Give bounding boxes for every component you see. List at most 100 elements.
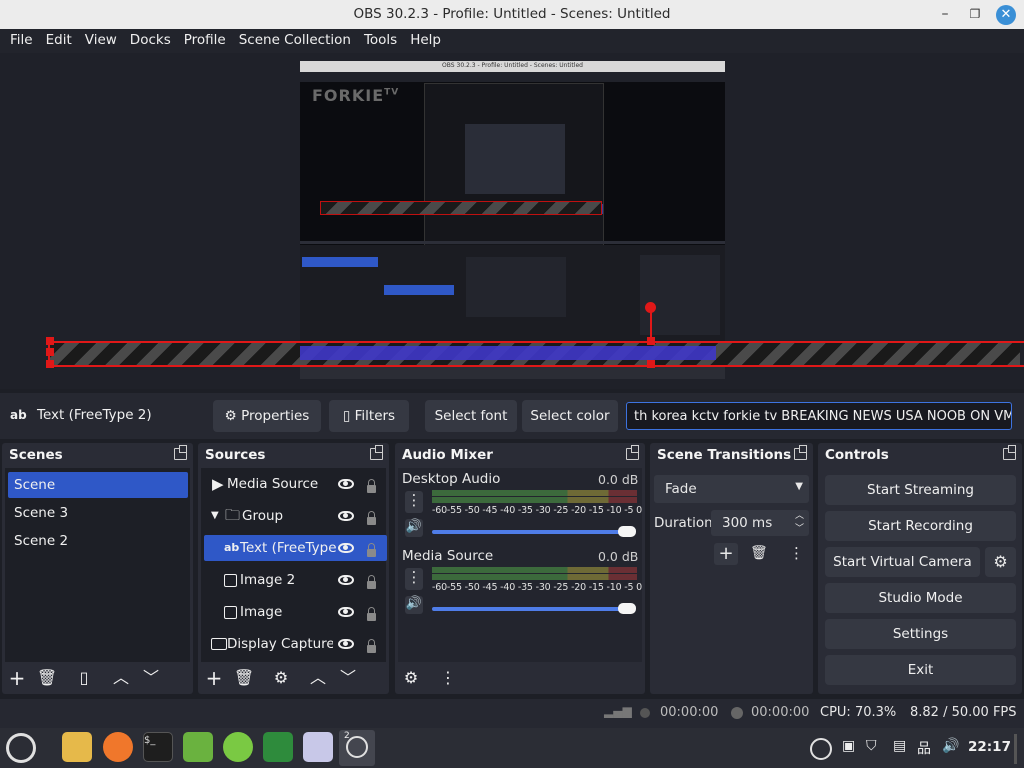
- calculator-icon[interactable]: [223, 732, 253, 762]
- scene-item[interactable]: Scene 2: [8, 528, 68, 554]
- undock-icon[interactable]: [794, 445, 807, 460]
- resize-handle[interactable]: [46, 360, 54, 368]
- lock-icon[interactable]: [367, 543, 376, 557]
- move-down-button[interactable]: ﹀: [337, 667, 359, 689]
- visibility-eye-icon[interactable]: [338, 543, 354, 553]
- menu-file[interactable]: File: [10, 29, 33, 52]
- add-transition-button[interactable]: +: [714, 543, 738, 565]
- start-virtual-camera-button[interactable]: Start Virtual Camera: [825, 547, 980, 577]
- menu-tools[interactable]: Tools: [364, 29, 397, 52]
- rotation-handle[interactable]: [645, 302, 656, 313]
- text-editor-icon[interactable]: [303, 732, 333, 762]
- lock-icon[interactable]: [367, 511, 376, 525]
- undock-icon[interactable]: [626, 445, 639, 460]
- source-item[interactable]: Image 2: [204, 567, 387, 593]
- add-source-button[interactable]: +: [203, 667, 225, 689]
- selection-bounding-box[interactable]: [48, 341, 1024, 367]
- studio-mode-button[interactable]: Studio Mode: [825, 583, 1016, 613]
- add-scene-button[interactable]: +: [6, 667, 28, 689]
- volume-slider[interactable]: [432, 530, 630, 534]
- visibility-eye-icon[interactable]: [338, 479, 354, 489]
- volume-slider-handle[interactable]: [618, 526, 636, 537]
- files-icon[interactable]: [62, 732, 92, 762]
- chevron-up-icon[interactable]: ︿: [795, 508, 804, 521]
- terminal-icon[interactable]: $_: [143, 732, 173, 762]
- chevron-down-icon[interactable]: ▼: [211, 503, 219, 529]
- clock[interactable]: 22:17: [968, 739, 1011, 755]
- undock-icon[interactable]: [370, 445, 383, 460]
- resize-handle[interactable]: [647, 360, 655, 368]
- obs-tray-icon[interactable]: [810, 738, 832, 760]
- volume-slider-handle[interactable]: [618, 603, 636, 614]
- lock-icon[interactable]: [367, 607, 376, 621]
- shield-icon[interactable]: [263, 732, 293, 762]
- move-up-button[interactable]: ︿: [307, 667, 329, 689]
- visibility-eye-icon[interactable]: [338, 607, 354, 617]
- undock-icon[interactable]: [174, 445, 187, 460]
- remove-scene-button[interactable]: 🗑: [36, 667, 58, 689]
- lock-icon[interactable]: [367, 479, 376, 493]
- select-color-button[interactable]: Select color: [522, 400, 618, 432]
- menu-scene-collection[interactable]: Scene Collection: [239, 29, 351, 52]
- resize-handle[interactable]: [647, 337, 655, 345]
- remove-transition-button[interactable]: 🗑: [750, 545, 768, 561]
- start-recording-button[interactable]: Start Recording: [825, 511, 1016, 541]
- speaker-icon[interactable]: 🔊: [405, 596, 423, 614]
- minimize-button[interactable]: –: [934, 4, 956, 24]
- visibility-eye-icon[interactable]: [338, 511, 354, 521]
- menu-profile[interactable]: Profile: [184, 29, 226, 52]
- start-streaming-button[interactable]: Start Streaming: [825, 475, 1016, 505]
- settings-button[interactable]: Settings: [825, 619, 1016, 649]
- lock-icon[interactable]: [367, 575, 376, 589]
- audio-menu-icon[interactable]: ⋮: [437, 667, 459, 689]
- scene-item[interactable]: Scene 3: [8, 500, 68, 526]
- notes-tray-icon[interactable]: ▤: [893, 738, 906, 754]
- visibility-eye-icon[interactable]: [338, 575, 354, 585]
- scene-item[interactable]: Scene: [8, 472, 188, 498]
- filters-button[interactable]: ▯ Filters: [329, 400, 409, 432]
- exit-button[interactable]: Exit: [825, 655, 1016, 685]
- source-item[interactable]: Image: [204, 599, 387, 625]
- mint-menu-icon[interactable]: [6, 733, 36, 763]
- preview-canvas[interactable]: OBS 30.2.3 - Profile: Untitled - Scenes:…: [300, 61, 725, 379]
- source-item[interactable]: ▶ Media Source: [204, 471, 387, 497]
- resize-handle[interactable]: [46, 337, 54, 345]
- volume-icon[interactable]: 🔊: [942, 738, 959, 754]
- close-button[interactable]: ✕: [996, 5, 1016, 25]
- maximize-button[interactable]: ❐: [964, 4, 986, 24]
- update-shield-icon[interactable]: ⛉: [866, 738, 877, 754]
- remove-source-button[interactable]: 🗑: [233, 667, 255, 689]
- show-desktop-button[interactable]: [1014, 734, 1017, 764]
- menu-help[interactable]: Help: [410, 29, 441, 52]
- undock-icon[interactable]: [1003, 445, 1016, 460]
- menu-view[interactable]: View: [85, 29, 117, 52]
- advanced-audio-gear-icon[interactable]: ⚙: [400, 667, 422, 689]
- volume-slider[interactable]: [432, 607, 630, 611]
- obs-taskbar-item[interactable]: 2: [339, 730, 375, 766]
- transition-menu-icon[interactable]: ⋮: [789, 544, 804, 562]
- source-item[interactable]: ▼ 🗀 Group: [204, 503, 387, 529]
- source-item[interactable]: Display Capture (: [204, 631, 387, 657]
- source-item[interactable]: ab Text (FreeType: [204, 535, 387, 561]
- transition-select[interactable]: Fade ▼: [654, 475, 809, 503]
- speaker-icon[interactable]: 🔊: [405, 519, 423, 537]
- properties-button[interactable]: ⚙ Properties: [213, 400, 321, 432]
- source-text-input[interactable]: th korea kctv forkie tv BREAKING NEWS US…: [626, 402, 1012, 430]
- source-properties-gear-icon[interactable]: ⚙: [270, 667, 292, 689]
- network-icon[interactable]: 品: [917, 738, 931, 758]
- visibility-eye-icon[interactable]: [338, 639, 354, 649]
- software-manager-icon[interactable]: [183, 732, 213, 762]
- menu-edit[interactable]: Edit: [46, 29, 72, 52]
- firefox-icon[interactable]: [103, 732, 133, 762]
- move-down-button[interactable]: ﹀: [140, 667, 162, 689]
- channel-menu-icon[interactable]: ⋮: [405, 568, 423, 590]
- scene-filters-button[interactable]: ▯: [73, 667, 95, 689]
- select-font-button[interactable]: Select font: [425, 400, 517, 432]
- lock-icon[interactable]: [367, 639, 376, 653]
- duration-spinbox[interactable]: 300 ms ︿ ﹀: [711, 510, 809, 536]
- move-up-button[interactable]: ︿: [110, 667, 132, 689]
- virtual-camera-gear-icon[interactable]: ⚙: [985, 547, 1016, 577]
- chevron-down-icon[interactable]: ﹀: [795, 521, 804, 534]
- channel-menu-icon[interactable]: ⋮: [405, 491, 423, 513]
- menu-docks[interactable]: Docks: [130, 29, 171, 52]
